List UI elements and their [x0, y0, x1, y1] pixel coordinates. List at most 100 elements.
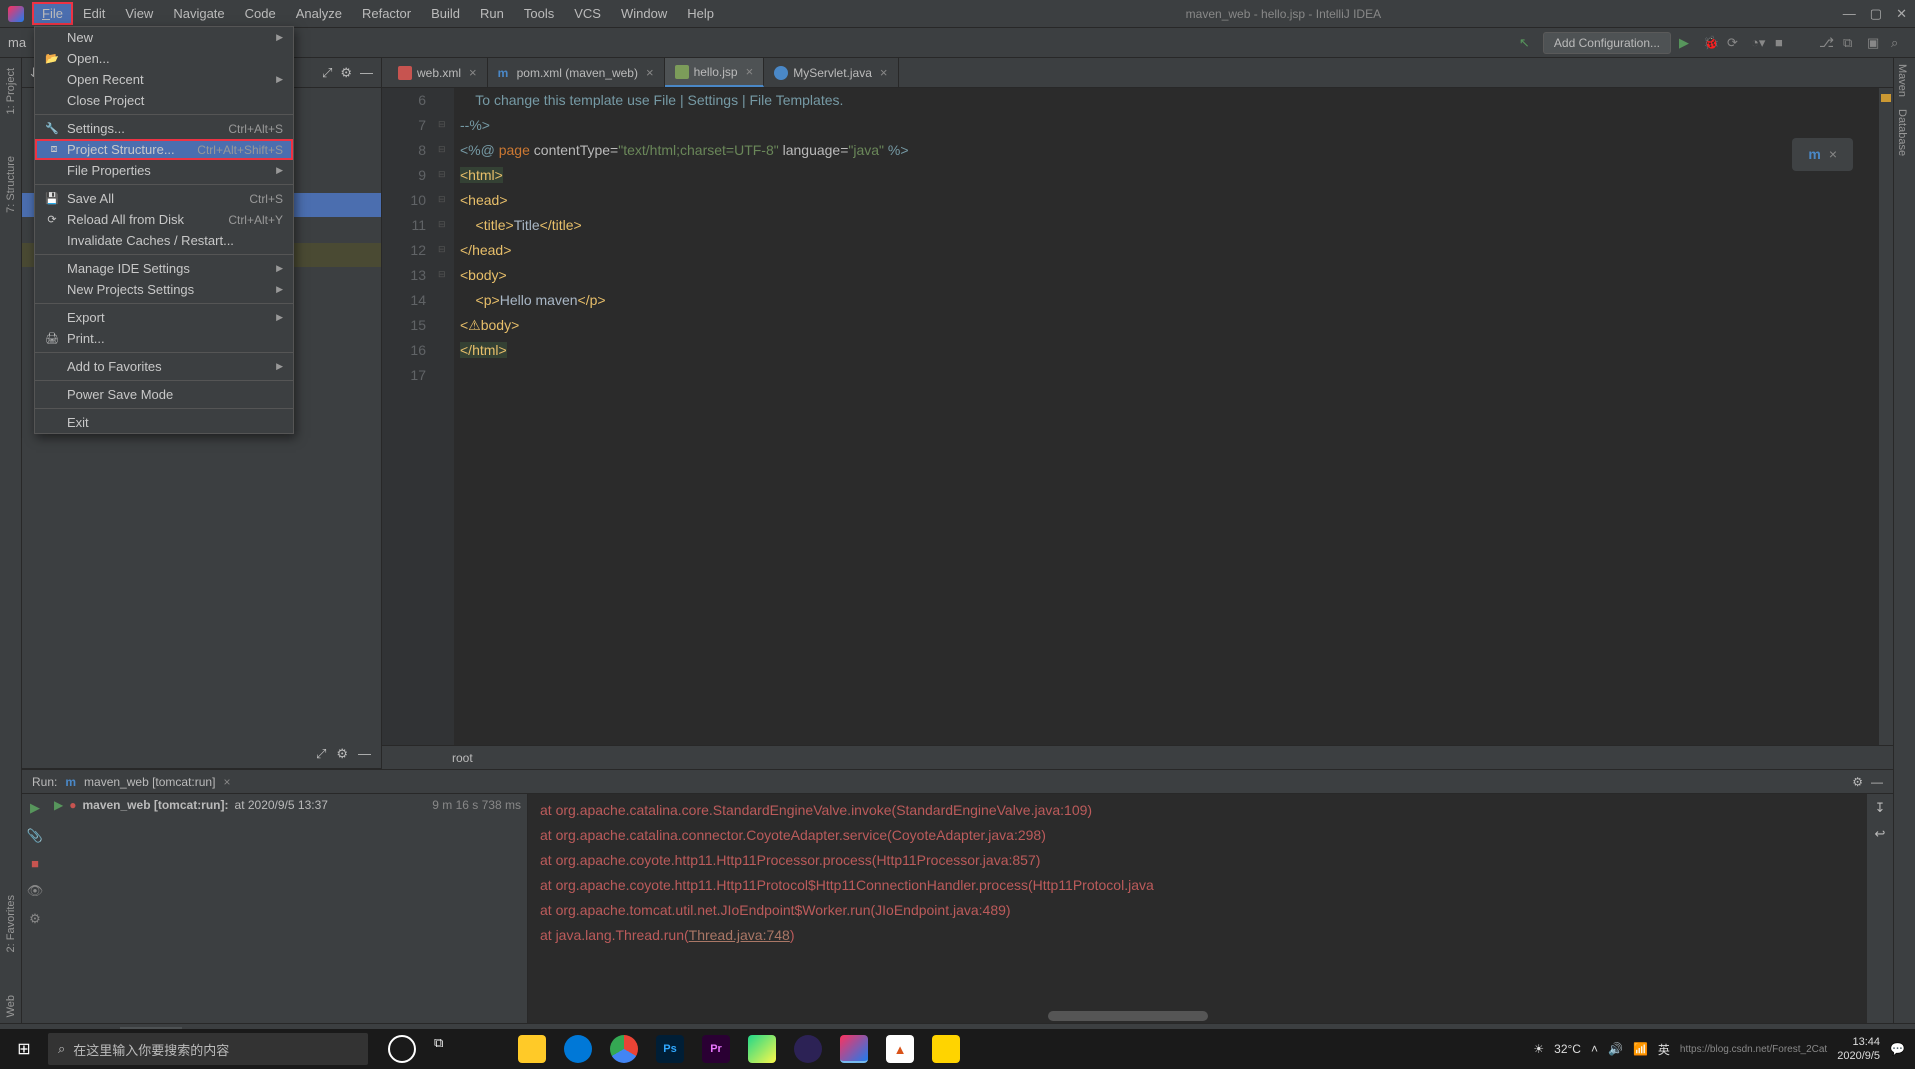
menu-refactor[interactable]: Refactor	[352, 2, 421, 25]
menu-manage-ide-settings[interactable]: Manage IDE Settings▶	[35, 258, 293, 279]
horizontal-scrollbar[interactable]	[1048, 1011, 1208, 1021]
close-icon[interactable]: ✕	[1896, 6, 1907, 22]
edge-icon[interactable]	[564, 1035, 592, 1063]
scroll-to-end-icon[interactable]: ↧	[1875, 800, 1886, 816]
stop-run-icon[interactable]: ■	[31, 856, 39, 871]
soft-wrap-icon[interactable]: ↩	[1875, 826, 1886, 842]
menu-new-projects-settings[interactable]: New Projects Settings▶	[35, 279, 293, 300]
photoshop-icon[interactable]: Ps	[656, 1035, 684, 1063]
minimize-icon[interactable]: —	[1843, 6, 1856, 22]
stripe-favorites[interactable]: 2: Favorites	[3, 889, 19, 958]
maximize-icon[interactable]: ▢	[1870, 6, 1882, 22]
stripe-maven[interactable]: Maven	[1894, 58, 1910, 103]
menu-reload-from-disk[interactable]: ⟳Reload All from DiskCtrl+Alt+Y	[35, 209, 293, 230]
expand-icon[interactable]: ⤢	[316, 746, 326, 762]
menu-tools[interactable]: Tools	[514, 2, 564, 25]
add-configuration-button[interactable]: Add Configuration...	[1543, 32, 1671, 54]
eclipse-icon[interactable]	[794, 1035, 822, 1063]
run-config-name[interactable]: maven_web [tomcat:run]	[84, 775, 215, 789]
menu-edit[interactable]: Edit	[73, 2, 115, 25]
stop-icon[interactable]: ■	[1775, 35, 1791, 51]
file-explorer-icon[interactable]	[518, 1035, 546, 1063]
debug-icon[interactable]: 🐞	[1703, 35, 1719, 51]
gear-icon[interactable]: ⚙	[1852, 775, 1863, 789]
menu-save-all[interactable]: 💾Save AllCtrl+S	[35, 188, 293, 209]
tray-chevron-up-icon[interactable]: ˄	[1591, 1042, 1598, 1056]
stripe-web[interactable]: Web	[3, 989, 19, 1023]
wifi-icon[interactable]: 📶	[1633, 1042, 1648, 1056]
menu-analyze[interactable]: Analyze	[286, 2, 352, 25]
fold-gutter[interactable]: ⊟⊟⊟⊟⊟⊟⊟	[438, 88, 454, 745]
task-view-icon[interactable]: ⧉	[434, 1035, 462, 1063]
editor-scrollbar[interactable]	[1879, 88, 1893, 745]
expand-icon[interactable]: ⤢	[322, 65, 332, 81]
build-hammer-icon[interactable]: ↖	[1519, 35, 1535, 51]
tab-web-xml[interactable]: web.xml×	[388, 58, 488, 87]
gear-icon[interactable]: ⚙	[340, 65, 352, 81]
close-tab-icon[interactable]: ×	[646, 65, 654, 80]
run-play-icon[interactable]: ▶	[1679, 35, 1695, 51]
cortana-icon[interactable]	[388, 1035, 416, 1063]
close-tab-icon[interactable]: ×	[746, 64, 754, 79]
gear-icon[interactable]: ⚙	[336, 746, 348, 762]
menu-file-properties[interactable]: File Properties▶	[35, 160, 293, 181]
chrome-icon[interactable]	[610, 1035, 638, 1063]
stripe-database[interactable]: Database	[1894, 103, 1910, 162]
menu-project-structure[interactable]: ⧈Project Structure...Ctrl+Alt+Shift+S	[35, 139, 293, 160]
tab-hello-jsp[interactable]: hello.jsp×	[665, 58, 765, 87]
menu-invalidate-caches[interactable]: Invalidate Caches / Restart...	[35, 230, 293, 251]
menu-new[interactable]: New▶	[35, 27, 293, 48]
menu-navigate[interactable]: Navigate	[163, 2, 234, 25]
search-everywhere-icon[interactable]: ⧉	[1843, 35, 1859, 51]
menu-exit[interactable]: Exit	[35, 412, 293, 433]
editor-inspection-badge[interactable]: m ×	[1792, 138, 1853, 171]
hide-panel-icon[interactable]: —	[1871, 775, 1883, 789]
tab-pom-xml[interactable]: mpom.xml (maven_web)×	[488, 58, 665, 87]
premiere-icon[interactable]: Pr	[702, 1035, 730, 1063]
watch-icon[interactable]: 👁	[27, 883, 44, 899]
search-icon[interactable]: ⌕	[1891, 35, 1907, 51]
menu-power-save-mode[interactable]: Power Save Mode	[35, 384, 293, 405]
run-console[interactable]: at org.apache.catalina.core.StandardEngi…	[528, 794, 1867, 1023]
tray-clock[interactable]: 13:44 2020/9/5	[1837, 1035, 1880, 1063]
settings-icon[interactable]: ⚙	[29, 911, 41, 927]
start-button[interactable]: ⊞	[0, 1029, 48, 1069]
menu-file[interactable]: File	[32, 2, 73, 25]
menu-code[interactable]: Code	[235, 2, 286, 25]
vcs-icon[interactable]: ⎇	[1819, 35, 1835, 51]
menu-view[interactable]: View	[115, 2, 163, 25]
ime-indicator[interactable]: 英	[1658, 1041, 1670, 1058]
editor-breadcrumb[interactable]: root	[382, 745, 1893, 769]
potplayer-icon[interactable]	[932, 1035, 960, 1063]
menu-close-project[interactable]: Close Project	[35, 90, 293, 111]
pycharm-icon[interactable]	[748, 1035, 776, 1063]
rerun-icon[interactable]: ▶	[30, 800, 40, 816]
stripe-project[interactable]: 1: Project	[3, 62, 19, 120]
close-tab-icon[interactable]: ×	[880, 65, 888, 80]
weather-icon[interactable]: ☀	[1533, 1042, 1544, 1056]
breadcrumb-root[interactable]: ma	[8, 35, 26, 50]
menu-window[interactable]: Window	[611, 2, 677, 25]
close-run-tab-icon[interactable]: ×	[223, 775, 230, 789]
coverage-icon[interactable]: ⟳	[1727, 35, 1743, 51]
menu-open-recent[interactable]: Open Recent▶	[35, 69, 293, 90]
menu-export[interactable]: Export▶	[35, 307, 293, 328]
hide-panel-icon[interactable]: —	[358, 746, 371, 761]
tab-myservlet-java[interactable]: MyServlet.java×	[764, 58, 898, 87]
profile-icon[interactable]: ◔▾	[1751, 35, 1767, 51]
attach-icon[interactable]: 📎	[27, 828, 43, 844]
menu-build[interactable]: Build	[421, 2, 470, 25]
menu-add-to-favorites[interactable]: Add to Favorites▶	[35, 356, 293, 377]
close-badge-icon[interactable]: ×	[1829, 142, 1837, 167]
notifications-icon[interactable]: 💬	[1890, 1042, 1905, 1056]
menu-run[interactable]: Run	[470, 2, 514, 25]
intellij-taskbar-icon[interactable]	[840, 1035, 868, 1063]
menu-open[interactable]: 📂Open...	[35, 48, 293, 69]
code-editor[interactable]: 67891011121314151617 ⊟⊟⊟⊟⊟⊟⊟ To change t…	[382, 88, 1893, 745]
code-content[interactable]: To change this template use File | Setti…	[454, 88, 1893, 745]
volume-icon[interactable]: 🔊	[1608, 1042, 1623, 1056]
hide-panel-icon[interactable]: —	[360, 65, 373, 80]
close-tab-icon[interactable]: ×	[469, 65, 477, 80]
run-tree[interactable]: ▶ ● maven_web [tomcat:run]: at 2020/9/5 …	[48, 794, 528, 1023]
stripe-structure[interactable]: 7: Structure	[3, 150, 19, 219]
